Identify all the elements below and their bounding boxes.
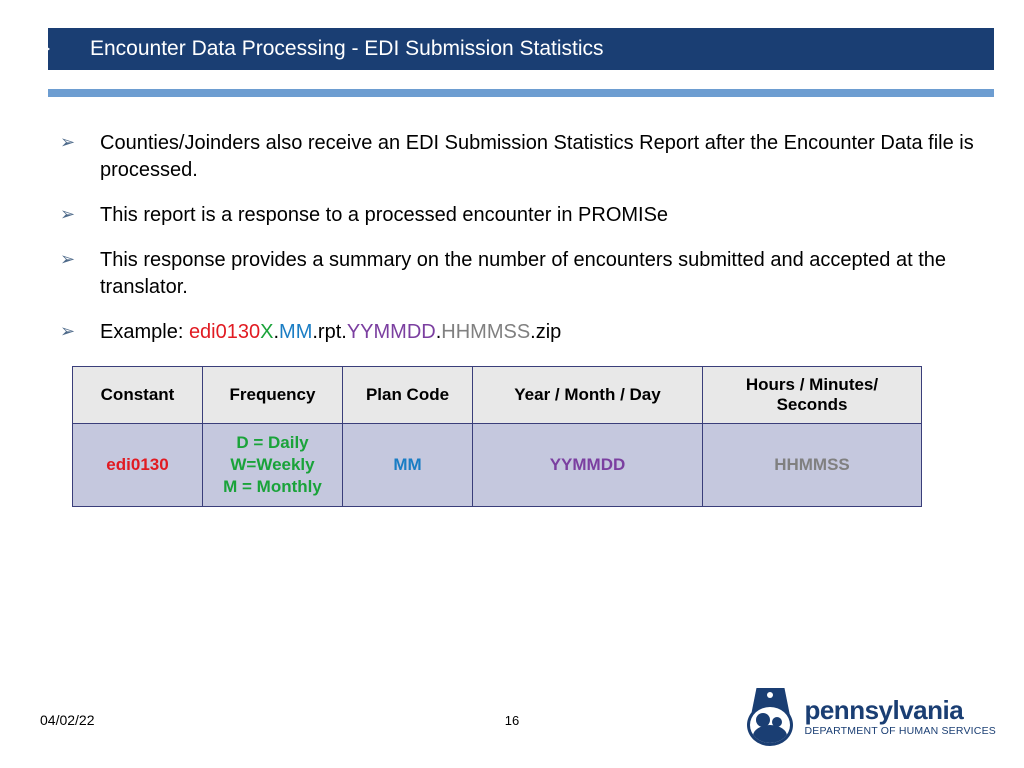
slide-title-bar: Encounter Data Processing - EDI Submissi…: [48, 28, 994, 70]
freq-line: W=Weekly: [209, 454, 336, 476]
slide-content: Counties/Joinders also receive an EDI Su…: [60, 130, 974, 507]
freq-line: D = Daily: [209, 432, 336, 454]
example-ymd: YYMMDD: [347, 321, 436, 343]
th-frequency: Frequency: [203, 367, 343, 424]
table-row: edi0130 D = Daily W=Weekly M = Monthly M…: [73, 424, 922, 507]
bullet-item: Counties/Joinders also receive an EDI Su…: [60, 130, 974, 184]
footer-date: 04/02/22: [40, 712, 95, 728]
accent-divider: [48, 88, 994, 98]
bullet-item-example: Example: edi0130X.MM.rpt.YYMMDD.HHMMSS.z…: [60, 319, 974, 346]
td-frequency: D = Daily W=Weekly M = Monthly: [203, 424, 343, 507]
th-ymd: Year / Month / Day: [473, 367, 703, 424]
bullet-item: This response provides a summary on the …: [60, 247, 974, 301]
example-constant: edi0130: [189, 321, 260, 343]
freq-line: M = Monthly: [209, 476, 336, 498]
logo-state-name: pennsylvania: [804, 697, 996, 723]
bullet-text: Counties/Joinders also receive an EDI Su…: [100, 132, 974, 181]
bullet-text: This response provides a summary on the …: [100, 249, 946, 298]
family-icon: [747, 704, 793, 746]
bullet-item: This report is a response to a processed…: [60, 202, 974, 229]
example-hms: HHMMSS: [441, 321, 530, 343]
example-freq: X: [260, 321, 273, 343]
filename-table: Constant Frequency Plan Code Year / Mont…: [72, 366, 922, 507]
table-header-row: Constant Frequency Plan Code Year / Mont…: [73, 367, 922, 424]
th-constant: Constant: [73, 367, 203, 424]
example-plan: MM: [279, 321, 312, 343]
th-hms: Hours / Minutes/ Seconds: [703, 367, 922, 424]
th-plancode: Plan Code: [343, 367, 473, 424]
pennsylvania-dhs-logo: pennsylvania DEPARTMENT OF HUMAN SERVICE…: [744, 688, 996, 746]
example-prefix: Example:: [100, 321, 189, 343]
td-hms: HHMMSS: [703, 424, 922, 507]
td-ymd: YYMMDD: [473, 424, 703, 507]
bullet-list: Counties/Joinders also receive an EDI Su…: [60, 130, 974, 346]
example-rpt: .rpt.: [312, 321, 346, 343]
logo-mark-icon: [744, 688, 796, 746]
td-constant: edi0130: [73, 424, 203, 507]
logo-department: DEPARTMENT OF HUMAN SERVICES: [804, 725, 996, 737]
bullet-text: This report is a response to a processed…: [100, 204, 668, 226]
slide-title: Encounter Data Processing - EDI Submissi…: [90, 37, 604, 61]
td-plan: MM: [343, 424, 473, 507]
footer-page-number: 16: [505, 713, 519, 728]
example-zip: .zip: [530, 321, 561, 343]
logo-text: pennsylvania DEPARTMENT OF HUMAN SERVICE…: [804, 697, 996, 737]
